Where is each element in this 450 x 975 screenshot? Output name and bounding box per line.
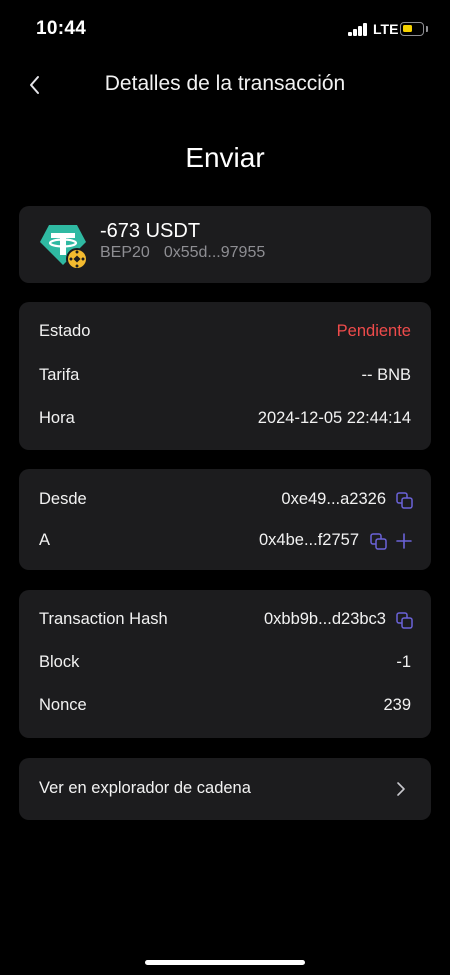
token-contract: 0x55d...97955 xyxy=(163,244,266,261)
to-label: A xyxy=(39,531,51,549)
transaction-info-card: Estado Pendiente Tarifa -- BNB Hora 2024… xyxy=(19,302,431,450)
nav-header: Detalles de la transacción xyxy=(0,62,450,108)
token-network: BEP20 xyxy=(100,244,150,261)
to-address: 0x4be...f2757 xyxy=(259,531,359,549)
status-row: Estado Pendiente xyxy=(19,320,431,344)
fee-label: Tarifa xyxy=(39,366,80,384)
time-label: Hora xyxy=(39,409,75,427)
battery-cap xyxy=(426,26,428,32)
chevron-right-icon xyxy=(397,782,405,796)
home-indicator[interactable] xyxy=(145,960,305,965)
token-amount: -673 USDT xyxy=(100,220,201,242)
hash-label: Transaction Hash xyxy=(39,610,168,628)
from-address: 0xe49...a2326 xyxy=(281,490,386,508)
token-subline: BEP20 0x55d...97955 xyxy=(100,244,279,262)
status-time: 10:44 xyxy=(36,18,87,39)
hash-value: 0xbb9b...d23bc3 xyxy=(263,610,386,628)
fee-value: -- BNB xyxy=(361,366,412,384)
block-label: Block xyxy=(39,653,80,671)
battery-level xyxy=(403,25,412,32)
nonce-value: 239 xyxy=(383,696,411,714)
block-value: -1 xyxy=(396,653,411,671)
copy-icon[interactable] xyxy=(396,492,413,509)
fee-row: Tarifa -- BNB xyxy=(19,364,431,388)
from-row: Desde 0xe49...a2326 xyxy=(19,488,431,512)
status-bar: 10:44 LTE xyxy=(0,0,450,56)
battery-icon xyxy=(400,22,424,36)
bnb-chain-badge-icon xyxy=(66,248,88,270)
block-row: Block -1 xyxy=(19,651,431,675)
header-title: Detalles de la transacción xyxy=(104,72,346,95)
from-label: Desde xyxy=(39,490,87,508)
copy-icon[interactable] xyxy=(370,533,387,550)
add-contact-plus-icon[interactable] xyxy=(396,533,412,549)
time-row: Hora 2024-12-05 22:44:14 xyxy=(19,407,431,431)
tether-usdt-icon xyxy=(40,225,88,270)
page-title: Enviar xyxy=(185,142,265,173)
chain-details-card: Transaction Hash 0xbb9b...d23bc3 Block -… xyxy=(19,590,431,738)
cellular-signal-icon xyxy=(348,23,368,36)
network-type: LTE xyxy=(373,21,399,37)
explorer-label: Ver en explorador de cadena xyxy=(39,779,251,797)
time-value: 2024-12-05 22:44:14 xyxy=(257,409,411,427)
token-card: -673 USDT BEP20 0x55d...97955 xyxy=(19,206,431,283)
hash-row: Transaction Hash 0xbb9b...d23bc3 xyxy=(19,608,431,632)
nonce-row: Nonce 239 xyxy=(19,694,431,718)
status-badge: Pendiente xyxy=(336,322,411,340)
view-in-explorer-button[interactable]: Ver en explorador de cadena xyxy=(19,758,431,820)
copy-icon[interactable] xyxy=(396,612,413,629)
to-row: A 0x4be...f2757 xyxy=(19,529,431,553)
address-card: Desde 0xe49...a2326 A 0x4be...f2757 xyxy=(19,469,431,570)
nonce-label: Nonce xyxy=(39,696,87,714)
status-label: Estado xyxy=(39,322,91,340)
